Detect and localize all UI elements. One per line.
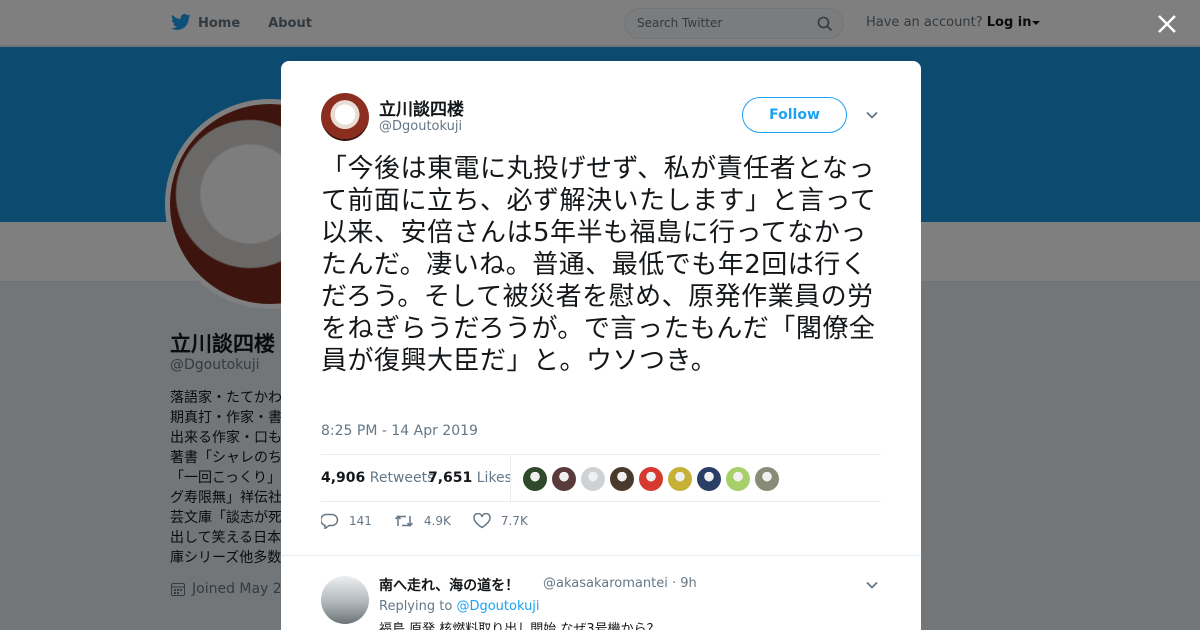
reply-author-handle[interactable]: @akasakaromantei · 9h <box>543 576 697 591</box>
retweet-action[interactable]: 4.9K <box>394 513 451 529</box>
liker-avatar[interactable] <box>726 467 750 491</box>
liker-avatars <box>523 467 784 491</box>
reply-count: 141 <box>349 514 372 528</box>
liker-avatar[interactable] <box>668 467 692 491</box>
tweet-actions: 141 4.9K 7.7K <box>321 513 550 529</box>
reply-tweet[interactable]: 南へ走れ、海の道を！ @akasakaromantei · 9h Replyin… <box>281 555 921 630</box>
stats-divider <box>510 455 511 502</box>
heart-icon <box>473 513 491 529</box>
replying-to-label: Replying to <box>379 599 453 614</box>
tweet-modal: 立川談四楼 @Dgoutokuji Follow 「今後は東電に丸投げせず、私が… <box>281 61 921 630</box>
retweets-stat[interactable]: 4,906 Retweets <box>321 470 434 486</box>
retweet-count: 4.9K <box>423 514 451 528</box>
likes-count: 7,651 <box>428 470 473 486</box>
likes-stat[interactable]: 7,651 Likes <box>428 470 512 486</box>
replying-to: Replying to @Dgoutokuji <box>379 599 540 614</box>
reply-author-name[interactable]: 南へ走れ、海の道を！ <box>379 575 519 595</box>
tweet-text: 「今後は東電に丸投げせず、私が責任者となって前面に立ち、必ず解決いたします」と言… <box>321 154 877 376</box>
liker-avatar[interactable] <box>639 467 663 491</box>
follow-button[interactable]: Follow <box>742 97 847 133</box>
reply-icon <box>321 513 339 529</box>
likes-label: Likes <box>476 470 512 486</box>
tweet-timestamp[interactable]: 8:25 PM - 14 Apr 2019 <box>321 423 478 439</box>
liker-avatar[interactable] <box>610 467 634 491</box>
replying-to-handle[interactable]: @Dgoutokuji <box>456 599 539 614</box>
liker-avatar[interactable] <box>523 467 547 491</box>
liker-avatar[interactable] <box>552 467 576 491</box>
liker-avatar[interactable] <box>581 467 605 491</box>
reply-action[interactable]: 141 <box>321 513 372 529</box>
reply-text: 福島 原発 核燃料取り出し開始 なぜ3号機から？ <box>379 622 660 630</box>
retweet-icon <box>394 515 413 527</box>
tweet-author-avatar[interactable] <box>321 93 369 141</box>
tweet-stats: 4,906 Retweets 7,651 Likes <box>321 454 881 502</box>
liker-avatar[interactable] <box>755 467 779 491</box>
like-action[interactable]: 7.7K <box>473 513 528 529</box>
chevron-down-icon[interactable] <box>865 108 879 122</box>
retweets-count: 4,906 <box>321 470 366 486</box>
tweet-author-handle[interactable]: @Dgoutokuji <box>379 119 462 134</box>
tweet-author-name[interactable]: 立川談四楼 <box>379 95 464 120</box>
reply-author-avatar[interactable] <box>321 576 369 624</box>
close-icon[interactable] <box>1155 12 1179 36</box>
chevron-down-icon[interactable] <box>865 578 879 592</box>
liker-avatar[interactable] <box>697 467 721 491</box>
like-count: 7.7K <box>500 514 528 528</box>
retweets-label: Retweets <box>369 470 435 486</box>
